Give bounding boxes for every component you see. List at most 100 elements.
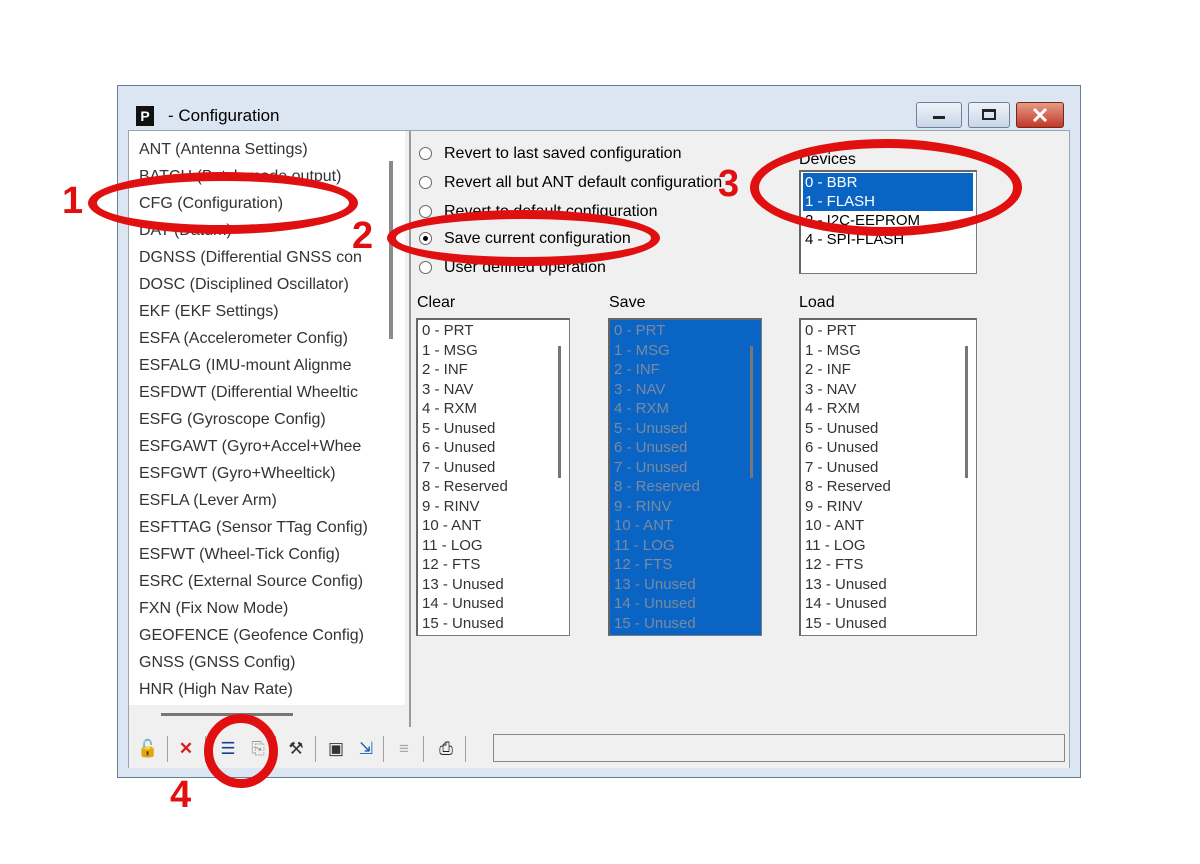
section-item[interactable]: 15 - Unused xyxy=(805,615,887,633)
section-item[interactable]: 7 - Unused xyxy=(614,459,687,477)
load-listbox[interactable]: 0 - PRT 1 - MSG 2 - INF 3 - NAV 4 - RXM 5 - U… xyxy=(799,318,977,636)
section-item[interactable]: 15 - Unused xyxy=(422,615,504,633)
list-icon[interactable]: ≡ xyxy=(393,738,415,760)
list-item[interactable]: ESFG (Gyroscope Config) xyxy=(139,411,377,429)
annotation-number-3: 3 xyxy=(718,163,740,205)
settings-icon[interactable]: ⚒ xyxy=(285,738,307,760)
minimize-button[interactable] xyxy=(916,102,962,128)
list-item[interactable]: EKF (EKF Settings) xyxy=(139,303,377,321)
section-item[interactable]: 11 - LOG xyxy=(422,537,483,555)
section-item[interactable]: 0 - PRT xyxy=(422,322,473,340)
list-item[interactable]: ESFGAWT (Gyro+Accel+Whee xyxy=(139,438,377,456)
section-item[interactable]: 8 - Reserved xyxy=(422,478,508,496)
list-item[interactable]: ESFWT (Wheel-Tick Config) xyxy=(139,546,377,564)
annotation-circle-1 xyxy=(88,172,358,234)
close-icon xyxy=(1032,108,1048,122)
clear-label: Clear xyxy=(417,294,456,311)
maximize-button[interactable] xyxy=(968,102,1010,128)
section-item[interactable]: 3 - NAV xyxy=(614,381,665,399)
section-item[interactable]: 3 - NAV xyxy=(422,381,473,399)
section-item[interactable]: 2 - INF xyxy=(422,361,468,379)
section-item[interactable]: 8 - Reserved xyxy=(614,478,700,496)
section-item[interactable]: 8 - Reserved xyxy=(805,478,891,496)
section-item[interactable]: 4 - RXM xyxy=(614,400,669,418)
listbox-scrollbar[interactable] xyxy=(558,346,561,478)
list-item[interactable]: GEOFENCE (Geofence Config) xyxy=(139,627,377,645)
send-icon[interactable]: ▣ xyxy=(325,738,347,760)
section-item[interactable]: 10 - ANT xyxy=(614,517,673,535)
section-item[interactable]: 0 - PRT xyxy=(805,322,856,340)
section-item[interactable]: 7 - Unused xyxy=(805,459,878,477)
section-item[interactable]: 10 - ANT xyxy=(422,517,481,535)
section-item[interactable]: 13 - Unused xyxy=(422,576,504,594)
app-logo-icon: P xyxy=(136,106,154,126)
save-listbox[interactable]: 0 - PRT 1 - MSG 2 - INF 3 - NAV 4 - RXM 5 - U… xyxy=(608,318,762,636)
radio-button[interactable] xyxy=(419,176,432,189)
list-item[interactable]: HNR (High Nav Rate) xyxy=(139,681,377,699)
list-item[interactable]: ESFLA (Lever Arm) xyxy=(139,492,377,510)
radio-button[interactable] xyxy=(419,147,432,160)
radio-button[interactable] xyxy=(419,205,432,218)
section-item[interactable]: 0 - PRT xyxy=(614,322,665,340)
section-item[interactable]: 12 - FTS xyxy=(614,556,672,574)
section-item[interactable]: 3 - NAV xyxy=(805,381,856,399)
poll-icon[interactable]: ⇲ xyxy=(355,738,377,760)
section-item[interactable]: 1 - MSG xyxy=(805,342,861,360)
clear-listbox[interactable]: 0 - PRT 1 - MSG 2 - INF 3 - NAV 4 - RXM 5 - U… xyxy=(416,318,570,636)
listbox-scrollbar[interactable] xyxy=(965,346,968,478)
section-item[interactable]: 5 - Unused xyxy=(805,420,878,438)
list-item[interactable]: ESFA (Accelerometer Config) xyxy=(139,330,377,348)
section-item[interactable]: 5 - Unused xyxy=(422,420,495,438)
section-item[interactable]: 12 - FTS xyxy=(805,556,863,574)
delete-icon[interactable]: ✕ xyxy=(175,738,197,760)
list-item[interactable]: ANT (Antenna Settings) xyxy=(139,141,377,159)
section-item[interactable]: 9 - RINV xyxy=(805,498,863,516)
section-item[interactable]: 14 - Unused xyxy=(805,595,887,613)
section-item[interactable]: 2 - INF xyxy=(614,361,660,379)
section-item[interactable]: 6 - Unused xyxy=(805,439,878,457)
list-item[interactable]: ESFTTAG (Sensor TTag Config) xyxy=(139,519,377,537)
list-item[interactable]: ESRC (External Source Config) xyxy=(139,573,377,591)
option-label: Revert to last saved configuration xyxy=(444,145,682,162)
section-item[interactable]: 2 - INF xyxy=(805,361,851,379)
section-item[interactable]: 6 - Unused xyxy=(422,439,495,457)
annotation-circle-3 xyxy=(750,139,1022,236)
annotation-circle-4 xyxy=(204,714,278,788)
pane-splitter[interactable] xyxy=(409,131,411,727)
section-item[interactable]: 11 - LOG xyxy=(805,537,866,555)
section-item[interactable]: 12 - FTS xyxy=(422,556,480,574)
section-item[interactable]: 14 - Unused xyxy=(614,595,696,613)
listbox-scrollbar[interactable] xyxy=(750,346,753,478)
lock-icon[interactable]: 🔓 xyxy=(137,738,159,760)
load-label: Load xyxy=(799,294,835,311)
section-item[interactable]: 7 - Unused xyxy=(422,459,495,477)
section-item[interactable]: 13 - Unused xyxy=(805,576,887,594)
list-item[interactable]: ESFGWT (Gyro+Wheeltick) xyxy=(139,465,377,483)
annotation-number-2: 2 xyxy=(352,215,374,257)
toolbar-separator xyxy=(465,736,466,762)
close-button[interactable] xyxy=(1016,102,1064,128)
list-item[interactable]: DGNSS (Differential GNSS con xyxy=(139,249,377,267)
list-item[interactable]: ESFDWT (Differential Wheeltic xyxy=(139,384,377,402)
section-item[interactable]: 5 - Unused xyxy=(614,420,687,438)
section-item[interactable]: 4 - RXM xyxy=(805,400,860,418)
section-item[interactable]: 1 - MSG xyxy=(422,342,478,360)
section-item[interactable]: 15 - Unused xyxy=(614,615,696,633)
vertical-scrollbar[interactable] xyxy=(389,161,393,339)
section-item[interactable]: 4 - RXM xyxy=(422,400,477,418)
list-item[interactable]: ESFALG (IMU-mount Alignme xyxy=(139,357,377,375)
list-item[interactable]: DOSC (Disciplined Oscillator) xyxy=(139,276,377,294)
list-item[interactable]: FXN (Fix Now Mode) xyxy=(139,600,377,618)
section-item[interactable]: 10 - ANT xyxy=(805,517,864,535)
toolbar-separator xyxy=(167,736,168,762)
section-item[interactable]: 11 - LOG xyxy=(614,537,675,555)
print-icon[interactable]: ⎙ xyxy=(435,738,457,760)
radio-button[interactable] xyxy=(419,261,432,274)
section-item[interactable]: 9 - RINV xyxy=(422,498,480,516)
list-item[interactable]: GNSS (GNSS Config) xyxy=(139,654,377,672)
section-item[interactable]: 9 - RINV xyxy=(614,498,672,516)
section-item[interactable]: 14 - Unused xyxy=(422,595,504,613)
section-item[interactable]: 1 - MSG xyxy=(614,342,670,360)
section-item[interactable]: 13 - Unused xyxy=(614,576,696,594)
section-item[interactable]: 6 - Unused xyxy=(614,439,687,457)
